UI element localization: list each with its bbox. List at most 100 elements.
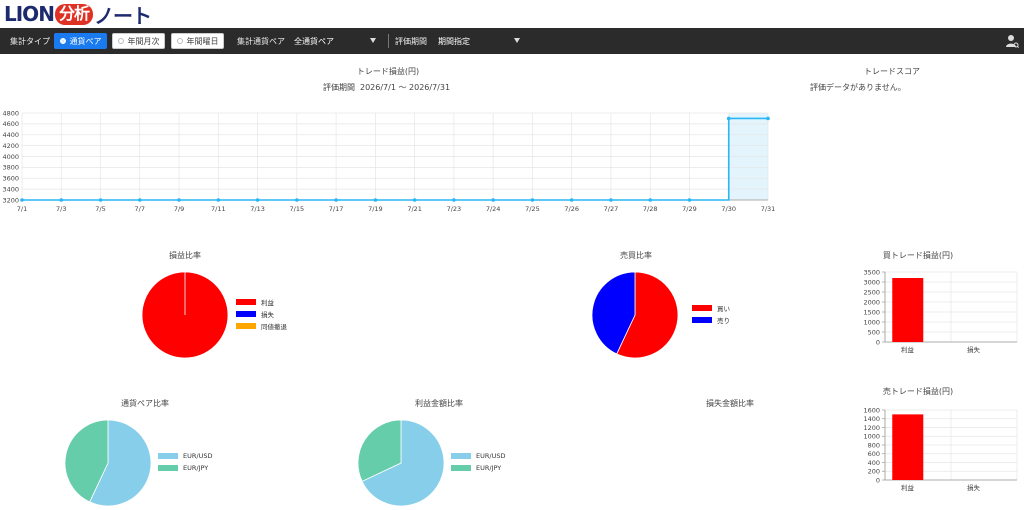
x-tick-label: 7/24 — [486, 205, 501, 213]
x-tick-label: 7/27 — [604, 205, 619, 213]
y-tick-label: 500 — [868, 328, 880, 336]
sell-trade-title: 売トレード損益(円) — [882, 387, 954, 396]
buysell-ratio-title: 売買比率 — [620, 251, 652, 260]
legend-item[interactable]: 同値撤退 — [236, 321, 287, 331]
legend-item[interactable]: EUR/JPY — [158, 464, 208, 472]
x-tick-label: 7/25 — [525, 205, 540, 213]
data-point — [59, 198, 64, 202]
y-tick-label: 4000 — [2, 153, 19, 161]
data-point — [648, 198, 653, 202]
data-point — [255, 198, 260, 202]
pair-select-chevron-down-icon — [370, 38, 376, 43]
data-point — [177, 198, 181, 202]
header: LION 分析 ノート — [0, 0, 1024, 28]
profit-amount-ratio-title: 利益金額比率 — [415, 399, 463, 408]
data-point — [687, 198, 692, 202]
data-point — [334, 198, 338, 202]
x-tick-label: 7/15 — [290, 205, 305, 213]
y-tick-label: 1200 — [863, 424, 880, 432]
y-tick-label: 0 — [876, 338, 880, 346]
y-tick-label: 3000 — [863, 278, 880, 286]
x-tick-label: 損失 — [967, 483, 981, 492]
legend-label: 同値撤退 — [261, 323, 287, 331]
legend-item[interactable]: EUR/USD — [158, 452, 212, 460]
legend-label: 売り — [717, 317, 730, 325]
main-chart-title: トレード損益(円) — [356, 67, 420, 76]
y-tick-label: 2500 — [863, 288, 880, 296]
legend-item[interactable]: EUR/USD — [451, 452, 505, 460]
data-point — [452, 198, 456, 202]
period-select[interactable]: 期間指定 — [438, 34, 524, 48]
legend-swatch — [236, 311, 256, 317]
pl-ratio-title: 損益比率 — [169, 251, 201, 260]
currency-pair-button[interactable]: 通貨ペア — [54, 33, 107, 49]
legend-swatch — [236, 323, 256, 329]
loss-amount-ratio-title: 損失金額比率 — [706, 399, 754, 408]
aggregate-type-label: 集計タイプ — [10, 36, 50, 46]
legend-item[interactable]: 損失 — [236, 309, 274, 319]
sell-trade-bar-chart: 02004006008001000120014001600 利益 損失 — [863, 406, 1018, 492]
y-tick-label: 3800 — [2, 164, 19, 172]
x-tick-label: 7/9 — [174, 205, 184, 213]
data-point — [98, 198, 103, 202]
pair-select-label: 集計通貨ペア — [237, 36, 285, 46]
period-value: 2026/7/1 〜 2026/7/31 — [360, 83, 451, 92]
annual-monthly-button[interactable]: 年間月次 — [112, 33, 165, 49]
x-tick-label: 7/26 — [564, 205, 579, 213]
x-tick-label: 7/29 — [682, 205, 697, 213]
pl-ratio-pie — [141, 271, 229, 359]
y-tick-label: 600 — [868, 450, 880, 458]
buysell-ratio-pie — [591, 271, 679, 359]
data-point — [569, 198, 574, 202]
legend-swatch — [236, 299, 256, 305]
x-tick-label: 7/11 — [211, 205, 226, 213]
legend-item[interactable]: EUR/JPY — [451, 464, 501, 472]
legend-item[interactable]: 買い — [692, 303, 730, 313]
legend-label: EUR/JPY — [476, 464, 502, 472]
annual-weekday-button[interactable]: 年間曜日 — [171, 33, 224, 49]
legend-swatch — [158, 465, 178, 471]
x-tick-label: 7/30 — [721, 205, 736, 213]
buy-trade-title: 買トレード損益(円) — [882, 251, 954, 260]
series-line — [22, 117, 768, 201]
y-tick-label: 1500 — [863, 308, 880, 316]
radio-dot-icon — [59, 38, 66, 44]
y-tick-label: 800 — [868, 441, 880, 449]
bar — [892, 278, 924, 342]
legend-label: EUR/USD — [183, 452, 213, 460]
y-tick-label: 4400 — [2, 131, 19, 139]
legend-item[interactable]: 利益 — [236, 297, 274, 307]
y-tick-label: 1400 — [863, 415, 880, 423]
toolbar: 集計タイプ 通貨ペア 年間月次 年間曜日 集計通貨ペア 全通貨ペア 評価期間 期… — [0, 28, 1024, 54]
trade-pl-line-chart: 3200340036003800400042004400460048007/1 7… — [2, 109, 775, 213]
legend-swatch — [451, 453, 471, 459]
period-select-chevron-down-icon — [514, 38, 520, 43]
legend-item[interactable]: 売り — [692, 315, 730, 325]
legend-swatch — [451, 465, 471, 471]
x-tick-label: 7/21 — [407, 205, 422, 213]
data-point — [373, 198, 378, 202]
app-logo[interactable]: LION 分析 ノート — [4, 2, 152, 28]
legend-label: 利益 — [261, 299, 274, 307]
profit-amount-ratio-pie — [357, 419, 445, 507]
x-tick-label: 7/3 — [56, 205, 66, 213]
user-settings-icon[interactable] — [1005, 34, 1019, 48]
x-tick-label: 7/1 — [17, 205, 27, 213]
x-tick-label: 7/13 — [250, 205, 265, 213]
pair-select[interactable]: 全通貨ペア — [294, 34, 380, 48]
y-tick-label: 1600 — [863, 406, 880, 414]
y-tick-label: 200 — [868, 468, 880, 476]
data-point — [766, 116, 770, 121]
trade-score-message: 評価データがありません。 — [810, 83, 906, 92]
logo-bunseki: 分析 — [54, 3, 93, 25]
legend-swatch — [692, 305, 712, 311]
y-tick-label: 2000 — [863, 298, 880, 306]
trade-score-title: トレードスコア — [864, 67, 920, 76]
data-point — [412, 198, 417, 202]
bar — [892, 414, 924, 480]
data-point — [491, 198, 495, 202]
x-tick-label: 利益 — [901, 345, 915, 354]
period-label: 評価期間 — [323, 83, 355, 92]
y-tick-label: 400 — [868, 459, 880, 467]
y-tick-label: 1000 — [863, 318, 880, 326]
